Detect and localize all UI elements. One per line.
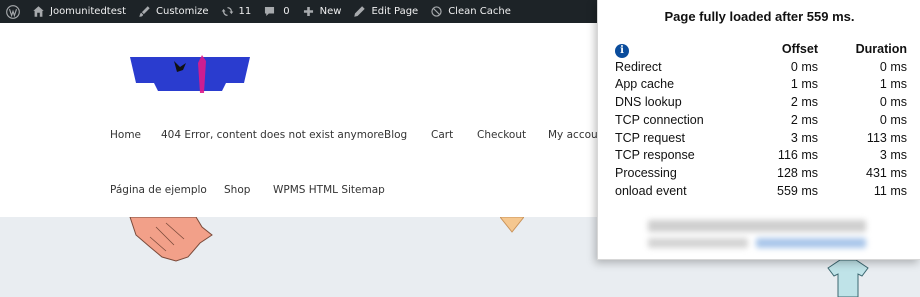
table-row: TCP response 116 ms 3 ms: [615, 147, 907, 165]
row-duration: 113 ms: [866, 130, 907, 145]
row-offset: 2 ms: [790, 95, 818, 110]
clean-cache-label: Clean Cache: [448, 6, 511, 17]
clean-cache-link[interactable]: Clean Cache: [424, 0, 517, 23]
comment-icon: [263, 5, 276, 18]
customize-link[interactable]: Customize: [132, 0, 215, 23]
info-icon[interactable]: i: [615, 44, 629, 58]
nav-item-cart[interactable]: Cart: [431, 129, 453, 141]
trash-icon: [430, 5, 443, 18]
performance-popup: Page fully loaded after 559 ms. i Offset…: [597, 0, 920, 260]
row-offset: 1 ms: [790, 77, 818, 92]
nav-item-blog[interactable]: Blog: [384, 129, 407, 141]
row-offset: 3 ms: [790, 130, 818, 145]
popup-title: Page fully loaded after 559 ms.: [664, 9, 855, 24]
table-row: Redirect 0 ms 0 ms: [615, 59, 907, 77]
diamond-shape: [500, 217, 524, 233]
nav-item-404[interactable]: 404 Error, content does not exist anymor…: [161, 129, 384, 141]
table-row: DNS lookup 2 ms 0 ms: [615, 94, 907, 112]
nav-item-sitemap[interactable]: WPMS HTML Sitemap: [273, 184, 385, 196]
row-label: onload event: [615, 183, 687, 198]
edit-page-link[interactable]: Edit Page: [347, 0, 424, 23]
edit-page-label: Edit Page: [371, 6, 419, 17]
table-row: TCP request 3 ms 113 ms: [615, 130, 907, 148]
row-offset: 116 ms: [777, 148, 818, 163]
comments-count: 0: [283, 6, 290, 17]
new-content-menu[interactable]: New: [296, 0, 348, 23]
customize-label: Customize: [156, 6, 209, 17]
nav-item-sample-page[interactable]: Página de ejemplo: [110, 184, 207, 196]
row-offset: 559 ms: [777, 183, 818, 198]
row-duration: 1 ms: [879, 77, 907, 92]
home-icon: [32, 5, 45, 18]
table-row: onload event 559 ms 11 ms: [615, 183, 907, 201]
row-label: Redirect: [615, 59, 662, 74]
wordpress-icon: [5, 4, 20, 19]
table-header-row: i Offset Duration: [615, 41, 907, 59]
shirt-illustration: [827, 259, 869, 297]
row-duration: 0 ms: [879, 59, 907, 74]
row-offset: 2 ms: [790, 112, 818, 127]
site-logo[interactable]: [130, 53, 250, 93]
updates-count: 11: [238, 6, 252, 17]
table-row: App cache 1 ms 1 ms: [615, 76, 907, 94]
row-duration: 0 ms: [879, 112, 907, 127]
timing-table: i Offset Duration Redirect 0 ms 0 ms App…: [615, 41, 907, 200]
row-label: App cache: [615, 77, 675, 92]
row-duration: 0 ms: [879, 95, 907, 110]
row-duration: 431 ms: [866, 165, 907, 180]
pencil-icon: [353, 5, 366, 18]
nav-item-home[interactable]: Home: [110, 129, 141, 141]
plus-icon: [302, 5, 315, 18]
site-name-label: Joomunitedtest: [50, 6, 127, 17]
row-duration: 11 ms: [873, 183, 907, 198]
row-label: TCP connection: [615, 112, 704, 127]
table-row: TCP connection 2 ms 0 ms: [615, 112, 907, 130]
row-offset: 128 ms: [777, 165, 818, 180]
nav-item-checkout[interactable]: Checkout: [477, 129, 526, 141]
row-label: TCP response: [615, 148, 695, 163]
column-header-duration: Duration: [855, 42, 907, 56]
row-duration: 3 ms: [879, 148, 907, 163]
row-label: TCP request: [615, 130, 685, 145]
wp-logo-menu[interactable]: [0, 0, 26, 23]
blurred-footer-text: [648, 218, 878, 248]
brush-icon: [138, 5, 151, 18]
updates-icon: [221, 5, 234, 18]
row-label: DNS lookup: [615, 95, 682, 110]
nav-item-shop[interactable]: Shop: [224, 184, 250, 196]
hand-illustration: [129, 217, 213, 262]
table-row: Processing 128 ms 431 ms: [615, 165, 907, 183]
site-name-menu[interactable]: Joomunitedtest: [26, 0, 132, 23]
nav-item-my-account[interactable]: My accoun: [548, 129, 604, 141]
row-offset: 0 ms: [790, 59, 818, 74]
new-label: New: [319, 6, 342, 17]
updates-link[interactable]: 11: [215, 0, 258, 23]
row-label: Processing: [615, 165, 677, 180]
column-header-offset: Offset: [781, 42, 818, 56]
comments-link[interactable]: 0: [257, 0, 295, 23]
